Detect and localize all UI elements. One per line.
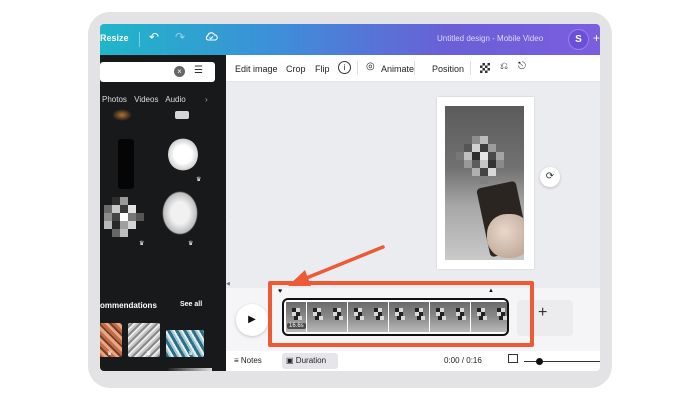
crop-button[interactable]: Crop [286,64,306,74]
crown-icon: ♛ [107,351,113,357]
crown-icon: ♛ [196,177,202,183]
notes-button[interactable]: ≡ Notes [234,356,262,365]
media-thumbnail[interactable] [162,191,198,235]
animate-icon: ◎ [366,61,375,72]
top-bar: Resize ↶ ↷ Untitled design - Mobile Vide… [100,24,600,55]
editor-toolbar: Edit image Crop Flip i ◎ Animate Positio… [226,55,600,82]
resize-button[interactable]: Resize [100,33,129,43]
left-panel: × ☰ Photos Videos Audio › ♛ ♛ ♛ ommendat… [100,55,226,371]
clear-search-icon[interactable]: × [174,66,185,77]
crown-icon: ♛ [188,351,194,357]
position-button[interactable]: Position [432,64,464,74]
flip-button[interactable]: Flip [315,64,330,74]
info-icon[interactable]: i [338,61,351,74]
highlight-box [268,281,534,347]
tab-photos[interactable]: Photos [102,95,127,104]
toolbar-divider [470,61,471,75]
notes-icon: ≡ [234,356,239,365]
time-display: 0:00 / 0:16 [444,356,482,365]
duration-icon: ▣ [286,356,294,365]
see-all-link[interactable]: See all [180,301,202,308]
crown-icon: ♛ [188,241,194,247]
document-title: Untitled design - Mobile Video [437,34,544,43]
media-thumbnail[interactable] [175,111,189,119]
recommendation-thumbnail[interactable] [166,330,204,357]
chevron-right-icon[interactable]: › [205,95,208,104]
edit-image-button[interactable]: Edit image [235,64,278,74]
undo-icon[interactable]: ↶ [149,30,159,44]
design-page[interactable] [437,97,534,269]
toolbar-divider [414,61,415,75]
search-input[interactable]: × ☰ [100,62,215,82]
add-page-button[interactable]: + [538,304,547,322]
hand-in-video [487,214,524,258]
recommendation-thumbnail[interactable] [128,323,160,357]
crown-icon: ♛ [146,351,152,357]
media-thumbnail[interactable] [168,368,212,371]
media-thumbnail[interactable] [112,109,132,121]
play-button[interactable]: ▶ [236,304,268,336]
duration-button[interactable]: ▣ Duration [282,353,338,369]
redo-icon[interactable]: ↷ [175,30,185,44]
zoom-slider-knob[interactable] [536,358,543,365]
video-element[interactable] [445,106,524,260]
animate-button[interactable]: Animate [381,64,414,74]
tab-videos[interactable]: Videos [134,95,158,104]
topbar-divider [139,32,140,47]
paint-roller-icon[interactable]: ⎌ [500,61,508,72]
regenerate-icon[interactable]: ⟳ [540,167,560,187]
recommendations-heading: ommendations [100,301,157,310]
avatar[interactable]: S [568,29,589,50]
toolbar-divider [357,61,358,75]
fit-view-icon[interactable] [508,354,518,363]
transparency-icon[interactable] [480,63,490,73]
media-thumbnail[interactable] [168,138,198,171]
filter-icon[interactable]: ☰ [194,65,203,76]
cloud-check-icon[interactable] [204,30,218,44]
add-collaborator-button[interactable]: + [593,31,600,45]
duration-label: Duration [295,356,327,365]
media-tabs: Photos Videos Audio › [102,95,208,104]
tab-audio[interactable]: Audio [165,95,185,104]
bottom-bar: ≡ Notes ▣ Duration 0:00 / 0:16 [226,351,600,371]
media-thumbnail[interactable] [118,139,134,189]
crown-icon: ♛ [139,241,145,247]
notes-label: Notes [240,356,262,365]
collapse-timeline-icon[interactable]: ◀ [226,281,230,287]
lock-icon[interactable]: ⎋ [518,61,526,72]
design-canvas[interactable]: ⟳ ◀ [226,82,600,288]
pixelated-face [456,136,504,184]
